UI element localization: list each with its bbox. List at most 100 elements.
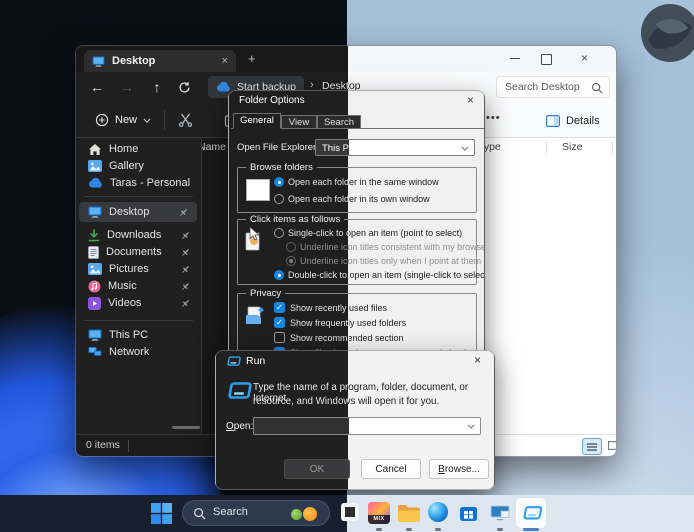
details-button[interactable]: Details: [546, 109, 600, 132]
new-tab-icon[interactable]: +: [248, 51, 256, 66]
pin-icon: [180, 264, 191, 275]
refresh-icon[interactable]: [178, 81, 191, 94]
maximize-icon[interactable]: [541, 54, 552, 65]
close-icon[interactable]: ×: [474, 353, 481, 367]
tab-title: Desktop: [112, 55, 156, 67]
browse-folders-icon: [246, 179, 270, 201]
tab-general[interactable]: General: [233, 113, 281, 129]
running-indicator: [376, 527, 382, 531]
group-title: Browse folders: [246, 162, 317, 173]
dialog-title: Folder Options: [239, 95, 305, 106]
pin-icon: [180, 298, 191, 309]
column-divider: [546, 141, 547, 155]
run-icon: [226, 356, 241, 368]
browse-button[interactable]: Browse...: [429, 459, 489, 479]
divider: [164, 110, 165, 130]
desktop-icon: [88, 206, 102, 218]
orange-decoration-icon: [303, 507, 317, 521]
open-to-combobox[interactable]: This PC: [315, 139, 475, 156]
thumbnail-icon: [607, 441, 616, 450]
forward-icon[interactable]: →: [114, 72, 140, 102]
file-explorer-icon[interactable]: [397, 504, 421, 523]
sidebar-item-onedrive[interactable]: Taras - Personal: [76, 174, 199, 192]
tab-view[interactable]: View: [281, 115, 317, 129]
sidebar-item-desktop[interactable]: Desktop: [79, 202, 197, 222]
apple-decoration-icon: [291, 509, 302, 520]
icons-view-toggle[interactable]: [604, 438, 616, 453]
open-label: Open:: [226, 421, 254, 432]
close-icon[interactable]: ×: [467, 93, 474, 107]
items-count: 0 items: [86, 439, 120, 451]
navigation-pane: Home Gallery Taras - Personal Desktop Do…: [76, 138, 201, 434]
search-icon: [591, 82, 603, 94]
sidebar-item-documents[interactable]: Documents: [76, 243, 199, 261]
pane-divider[interactable]: [201, 138, 202, 434]
sidebar-item-downloads[interactable]: Downloads: [76, 226, 199, 244]
taskbar-search-box[interactable]: Search: [182, 500, 330, 526]
sidebar-item-gallery[interactable]: Gallery: [76, 157, 199, 175]
column-divider: [612, 141, 613, 155]
group-title: Click items as follows: [246, 214, 345, 225]
minimize-icon[interactable]: [510, 58, 520, 59]
system-utility-icon[interactable]: [489, 504, 511, 524]
open-field[interactable]: [253, 417, 481, 435]
list-lines-icon: [587, 442, 597, 451]
sidebar-item-network[interactable]: Network: [76, 343, 199, 361]
sidebar-item-music[interactable]: Music: [76, 277, 199, 295]
sidebar-item-pictures[interactable]: Pictures: [76, 260, 199, 278]
onedrive-sync-icon: [216, 82, 231, 92]
chevron-down-icon: [143, 118, 151, 123]
run-taskbar-icon[interactable]: [516, 498, 546, 528]
divider: [84, 320, 193, 321]
run-message-line2: resource, and Windows will open it for y…: [253, 396, 440, 407]
active-indicator: [523, 527, 539, 531]
back-icon[interactable]: ←: [84, 72, 110, 102]
privacy-icon: [246, 306, 264, 324]
desktop-icon: [92, 56, 105, 67]
folder-options-dialog: Folder Options × General View Search Ope…: [228, 90, 485, 368]
details-view-toggle[interactable]: [582, 438, 602, 455]
new-button[interactable]: New: [86, 108, 160, 132]
pin-icon: [180, 281, 191, 292]
cancel-button[interactable]: Cancel: [361, 459, 421, 479]
pin-icon: [180, 230, 191, 241]
up-icon[interactable]: ↑: [144, 72, 170, 102]
microsoft-store-icon[interactable]: [458, 502, 479, 523]
running-indicator: [435, 527, 441, 531]
pin-icon: [180, 247, 191, 258]
plus-circle-icon: [95, 113, 109, 127]
divider: [84, 196, 193, 197]
chevron-down-icon: [461, 146, 469, 151]
details-label: Details: [566, 114, 600, 127]
dialog-title: Run: [246, 355, 266, 367]
edge-icon[interactable]: [428, 502, 448, 522]
taskbar-search-placeholder: Search: [213, 506, 248, 518]
running-indicator: [406, 527, 412, 531]
start-button[interactable]: [151, 503, 172, 524]
pin-icon: [178, 207, 189, 218]
see-more-icon[interactable]: •••: [486, 112, 501, 124]
sidebar-item-this-pc[interactable]: This PC: [76, 326, 199, 344]
close-icon[interactable]: ×: [581, 51, 588, 65]
sidebar-item-videos[interactable]: Videos: [76, 294, 199, 312]
tab-search[interactable]: Search: [317, 115, 361, 129]
app-window-icon[interactable]: [340, 502, 360, 522]
run-dialog: Run × Type the name of a program, folder…: [215, 350, 495, 490]
music-icon: [88, 280, 101, 292]
explorer-tab-bar: Desktop × + ×: [76, 46, 616, 72]
group-title: Privacy: [246, 288, 286, 299]
run-icon-large: [226, 382, 252, 402]
column-size[interactable]: Size: [562, 141, 582, 153]
sidebar-item-home[interactable]: Home: [76, 140, 199, 158]
column-name[interactable]: Name: [198, 141, 226, 153]
search-input[interactable]: Search Desktop: [496, 76, 610, 98]
tab-close-icon[interactable]: ×: [222, 55, 228, 67]
open-to-value: This PC: [322, 143, 356, 154]
explorer-tab-desktop[interactable]: Desktop ×: [84, 50, 236, 72]
mix-app-icon[interactable]: MIX: [368, 502, 390, 524]
cut-icon[interactable]: [178, 112, 193, 127]
ok-button[interactable]: OK: [284, 459, 350, 479]
downloads-icon: [88, 228, 100, 241]
scrollbar-thumb[interactable]: [172, 426, 200, 429]
gallery-icon: [88, 160, 102, 172]
